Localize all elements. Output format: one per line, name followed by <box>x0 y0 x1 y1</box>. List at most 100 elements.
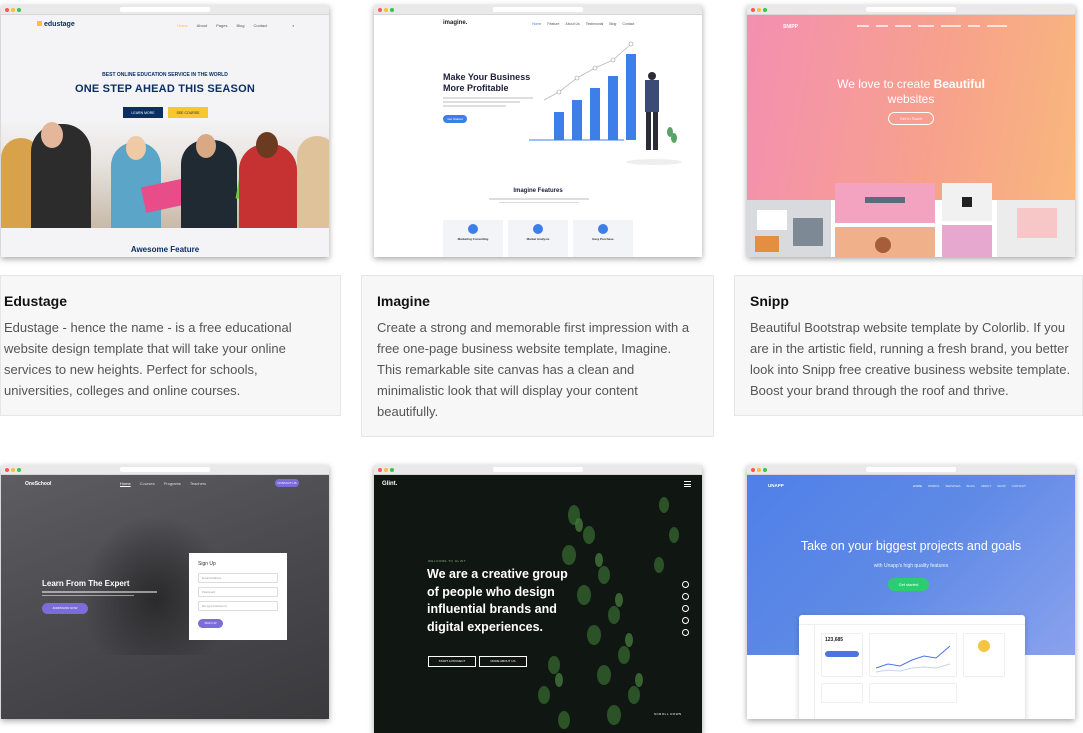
nav-home[interactable]: Home <box>532 22 541 26</box>
gallery-tile[interactable] <box>835 183 935 223</box>
start-project-button[interactable]: START A PROJECT <box>428 656 476 667</box>
snipp-preview[interactable]: SNIPP We love to create Beautiful websit… <box>747 5 1075 257</box>
dribbble-icon[interactable] <box>682 629 689 636</box>
snipp-title[interactable]: Snipp <box>750 293 789 309</box>
dashboard-mockup: 123,685 <box>799 615 1025 719</box>
gallery-tile[interactable] <box>997 200 1075 257</box>
snipp-description: Beautiful Bootstrap website template by … <box>750 320 1071 398</box>
feature-card[interactable]: Marketing Consulting <box>443 220 503 257</box>
nav-services[interactable]: SERVICES <box>945 484 960 488</box>
nav-works[interactable]: WORKS <box>928 484 939 488</box>
oneschool-logo: OneSchool <box>25 481 52 487</box>
nav-contact[interactable]: Contact <box>253 23 267 28</box>
contact-us-button[interactable]: CONTACT US <box>275 479 299 487</box>
unapp-logo: UNAPP <box>768 483 784 488</box>
hero-text-lines <box>443 97 533 107</box>
imagine-nav: Home Feature About Us Testimonial Blog C… <box>532 22 634 26</box>
growth-chart-illustration <box>529 41 682 165</box>
nav-about[interactable]: About <box>197 23 207 28</box>
behance-icon[interactable] <box>682 617 689 624</box>
hero-headline: Take on your biggest projects and goals <box>800 539 1022 553</box>
hero-text-lines <box>42 591 157 596</box>
profile-card <box>963 633 1005 677</box>
feature-icon <box>533 224 543 234</box>
oneschool-preview[interactable]: OneSchool Home Courses Programs Teachers… <box>1 465 329 719</box>
browser-bar <box>1 465 329 475</box>
menu-icon[interactable] <box>684 481 691 487</box>
imagine-preview[interactable]: imagine. Home Feature About Us Testimoni… <box>374 5 702 257</box>
admission-now-button[interactable]: ADMISSION NOW <box>42 603 88 614</box>
snipp-hero: SNIPP We love to create Beautiful websit… <box>747 15 1075 200</box>
hero-headline: We love to create Beautiful websites <box>837 77 985 106</box>
get-started-button[interactable]: Get Started <box>443 115 467 123</box>
nav-testimonial[interactable]: Testimonial <box>586 22 604 26</box>
nav-blog[interactable]: Blog <box>609 22 616 26</box>
nav-blog[interactable]: Blog <box>236 23 244 28</box>
sign-up-form: Sign Up Email Address Password Re-type P… <box>189 553 287 640</box>
unapp-preview[interactable]: UNAPP HOME WORKS SERVICES BLOG ABOUT SHO… <box>747 465 1075 719</box>
nav-home[interactable]: Home <box>120 481 131 486</box>
nav-programs[interactable]: Programs <box>164 481 181 486</box>
nav-pages[interactable]: Pages <box>216 23 227 28</box>
browser-bar <box>374 5 702 15</box>
line-chart-card <box>869 633 957 677</box>
feature-card[interactable]: Market Analysis <box>508 220 568 257</box>
form-title: Sign Up <box>198 561 216 567</box>
nav-home[interactable]: Home <box>177 23 188 28</box>
get-in-touch-button[interactable]: Get In Touch <box>888 112 934 125</box>
scroll-down-link[interactable]: SCROLL DOWN <box>654 712 682 716</box>
more-about-us-button[interactable]: MORE ABOUT US <box>479 656 527 667</box>
nav-about[interactable]: ABOUT <box>981 484 991 488</box>
gallery-tile[interactable] <box>835 227 935 257</box>
glint-preview[interactable]: Glint. WELCOME TO GLINT We are a creativ… <box>374 465 702 733</box>
feature-heading: Awesome Feature <box>130 245 200 254</box>
nav-courses[interactable]: Courses <box>140 481 155 486</box>
nav-shop[interactable]: SHOP <box>997 484 1006 488</box>
feature-card[interactable]: Easy Purchase <box>573 220 633 257</box>
gallery-tile[interactable] <box>942 183 992 221</box>
facebook-icon[interactable] <box>682 581 689 588</box>
nav-contact[interactable]: CONTACT <box>1012 484 1026 488</box>
snipp-logo: SNIPP <box>783 24 799 30</box>
imagine-description: Create a strong and memorable first impr… <box>377 320 690 419</box>
gallery-grid <box>747 175 1075 257</box>
hero-kicker: BEST ONLINE EDUCATION SERVICE IN THE WOR… <box>102 72 228 78</box>
imagine-logo: imagine. <box>443 20 468 26</box>
feature-icon <box>598 224 608 234</box>
nav-feature[interactable]: Feature <box>547 22 559 26</box>
nav-teachers[interactable]: Teachers <box>190 481 206 486</box>
feature-icon <box>468 224 478 234</box>
features-subtext <box>489 198 589 203</box>
edustage-nav: Home About Pages Blog Contact ⌕ <box>177 23 295 28</box>
nav-blog[interactable]: BLOG <box>966 484 974 488</box>
hero-headline: Learn From The Expert <box>42 579 130 588</box>
edustage-description: Edustage - hence the name - is a free ed… <box>4 320 292 398</box>
nav-about[interactable]: About Us <box>565 22 579 26</box>
snipp-nav <box>857 25 1007 27</box>
features-title: Imagine Features <box>513 188 563 194</box>
gallery-tile[interactable] <box>747 200 831 257</box>
gallery-tile[interactable] <box>942 225 992 257</box>
glint-logo: Glint. <box>382 481 398 487</box>
nav-contact[interactable]: Contact <box>622 22 634 26</box>
get-started-button[interactable]: Get started <box>888 578 929 591</box>
twitter-icon[interactable] <box>682 593 689 600</box>
edustage-title[interactable]: Edustage <box>4 293 67 309</box>
feature-list: Marketing Consulting Market Analysis Eas… <box>443 220 633 257</box>
retype-password-field[interactable]: Re-type Password <box>198 601 278 611</box>
password-field[interactable]: Password <box>198 587 278 597</box>
browser-bar <box>747 5 1075 15</box>
hero-kicker: WELCOME TO GLINT <box>428 559 467 563</box>
email-field[interactable]: Email Address <box>198 573 278 583</box>
sign-up-button[interactable]: SIGN UP <box>198 619 223 628</box>
edustage-preview[interactable]: edustage Home About Pages Blog Contact ⌕… <box>1 5 329 257</box>
imagine-title[interactable]: Imagine <box>377 293 430 309</box>
search-icon[interactable]: ⌕ <box>292 23 294 28</box>
browser-bar <box>747 465 1075 475</box>
nav-home[interactable]: HOME <box>913 484 922 488</box>
hero-headline: We are a creative group of people who de… <box>427 567 568 634</box>
instagram-icon[interactable] <box>682 605 689 612</box>
hero-headline: ONE STEP AHEAD THIS SEASON <box>74 83 255 95</box>
edustage-logo: edustage <box>37 21 75 28</box>
social-icons <box>682 581 689 636</box>
